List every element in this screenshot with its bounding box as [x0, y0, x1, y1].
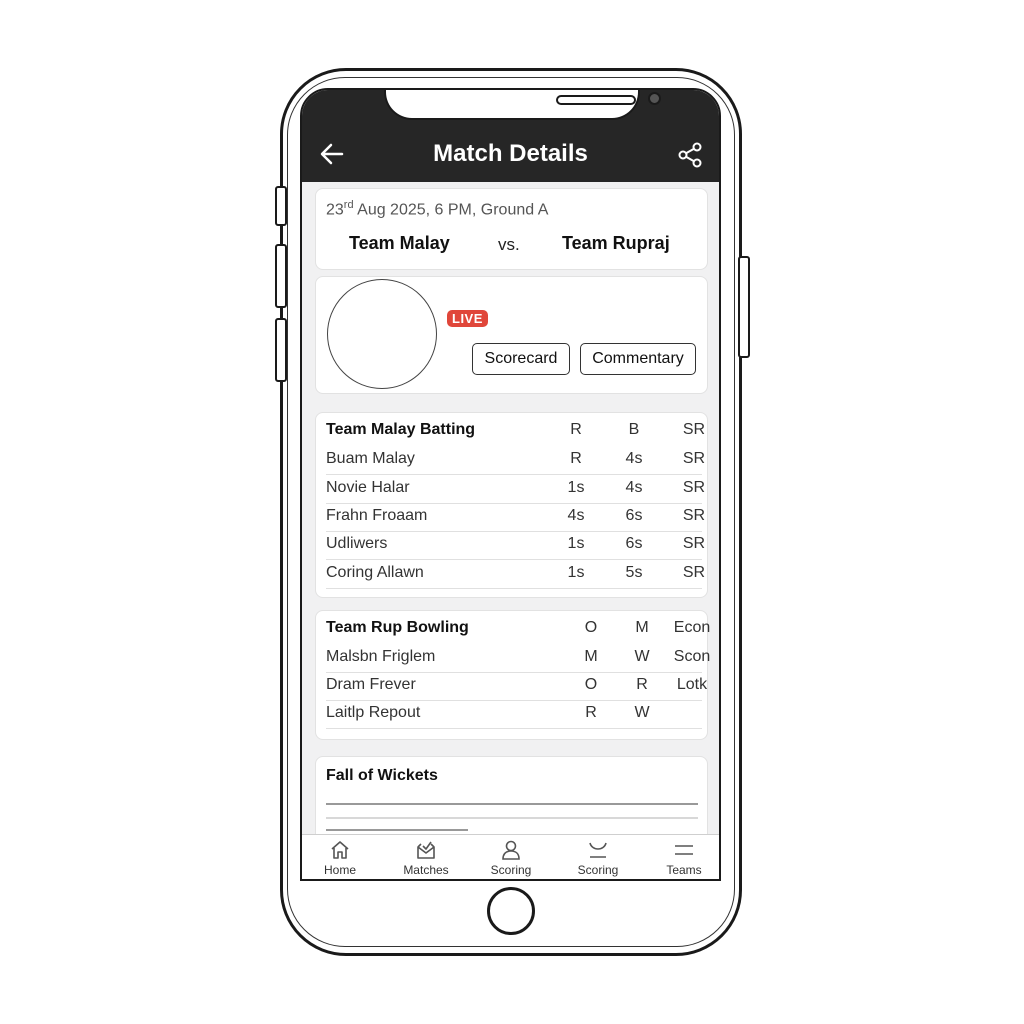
scorecard-button[interactable]: Scorecard	[472, 343, 570, 375]
table-cell: W	[634, 648, 650, 665]
power-button	[738, 256, 750, 358]
divider	[326, 829, 468, 831]
commentary-button[interactable]: Commentary	[580, 343, 696, 375]
table-cell: 6s	[625, 507, 643, 524]
table-cell: 6s	[625, 535, 643, 552]
mute-switch	[275, 186, 287, 226]
team-b-name: Team Rupraj	[562, 233, 670, 253]
tab-label: Matches	[403, 863, 449, 877]
column-header: R	[570, 421, 582, 438]
table-row[interactable]: Udliwers 1s 6s SR	[326, 531, 705, 560]
column-header: M	[635, 619, 649, 636]
player-name: Udliwers	[326, 535, 388, 552]
table-cell: 5s	[625, 564, 643, 581]
tab-label: Teams	[666, 863, 702, 877]
table-cell: R	[585, 704, 597, 721]
table-row[interactable]: Novie Halar 1s 4s SR	[326, 475, 705, 504]
batting-table: Team Malay Batting R B SR Buam Malay R 4…	[315, 412, 708, 598]
player-name: Novie Halar	[326, 479, 410, 496]
tab-label: Home	[323, 863, 356, 877]
bowling-header-row: Team Rup Bowling O M Econ	[326, 615, 710, 643]
table-cell: W	[634, 704, 650, 721]
team-a-name: Team Malay	[349, 233, 450, 253]
phone-screen: Match Details 23rd Aug 2025, 6 PM, Groun…	[300, 88, 721, 881]
player-name: Buam Malay	[326, 450, 415, 467]
table-cell: SR	[682, 507, 706, 524]
table-cell: SR	[682, 450, 706, 467]
app-header: Match Details	[302, 90, 719, 182]
home-hardware-button[interactable]	[487, 887, 535, 935]
batting-title: Team Malay Batting	[326, 421, 476, 438]
bowling-table: Team Rup Bowling O M Econ Malsbn Friglem…	[315, 610, 710, 740]
match-info-card: 23rd Aug 2025, 6 PM, Ground A Team Malay…	[315, 188, 708, 270]
table-cell: R	[636, 676, 648, 693]
table-cell: 1s	[567, 564, 585, 581]
table-row[interactable]: Frahn Froaam 4s 6s SR	[326, 503, 705, 532]
fall-of-wickets-title: Fall of Wickets	[326, 767, 438, 784]
player-name: Dram Frever	[326, 676, 416, 693]
menu-icon	[675, 845, 693, 855]
live-match-card: LIVE Scorecard Commentary	[315, 276, 708, 394]
column-header: Econ	[673, 619, 711, 636]
share-button[interactable]	[677, 142, 703, 168]
home-icon	[331, 841, 349, 859]
notch	[384, 90, 661, 120]
page-title: Match Details	[433, 140, 588, 167]
table-cell: SR	[682, 479, 706, 496]
column-header: SR	[682, 421, 706, 438]
table-row[interactable]: Dram Frever O R Lotk	[326, 672, 707, 701]
table-row[interactable]: Coring Allawn 1s 5s SR	[326, 560, 705, 589]
table-cell: SR	[682, 564, 706, 581]
bottom-tab-bar: Home Matches Scoring Scoring Teams	[302, 834, 719, 879]
volume-up-button	[275, 244, 287, 308]
tab-scoring[interactable]: Scoring	[476, 839, 546, 877]
column-header: B	[628, 421, 640, 438]
match-datetime: 23rd Aug 2025, 6 PM, Ground A	[326, 199, 549, 219]
player-name: Malsbn Friglem	[326, 648, 436, 665]
versus-label: vs.	[498, 235, 520, 254]
divider	[326, 817, 698, 819]
tab-matches[interactable]: Matches	[391, 839, 461, 877]
table-cell: 4s	[625, 450, 643, 467]
table-cell: 1s	[567, 479, 585, 496]
table-row[interactable]: Laitlp Repout R W	[326, 700, 702, 729]
front-camera	[648, 92, 661, 105]
player-name: Laitlp Repout	[326, 704, 421, 721]
matches-icon	[417, 841, 435, 859]
tab-label: Scoring	[577, 863, 619, 877]
table-cell: 1s	[567, 535, 585, 552]
divider	[326, 803, 698, 805]
table-row[interactable]: Buam Malay R 4s SR	[326, 446, 705, 475]
table-cell: SR	[682, 535, 706, 552]
table-cell: O	[584, 676, 598, 693]
bowling-title: Team Rup Bowling	[326, 619, 469, 636]
tab-home[interactable]: Home	[305, 839, 375, 877]
match-avatar-placeholder	[327, 279, 437, 389]
share-icon	[678, 142, 702, 168]
column-header: O	[584, 619, 598, 636]
speaker-grille	[556, 95, 636, 105]
tab-scoring-alt[interactable]: Scoring	[563, 839, 633, 877]
table-cell: Lotk	[676, 676, 708, 693]
live-badge: LIVE	[447, 310, 488, 327]
cup-icon	[589, 842, 607, 858]
table-cell: R	[570, 450, 582, 467]
table-cell: Scon	[673, 648, 711, 665]
tab-teams[interactable]: Teams	[649, 839, 719, 877]
table-cell: 4s	[567, 507, 585, 524]
user-icon	[502, 840, 520, 860]
tab-label: Scoring	[490, 863, 532, 877]
table-cell: 4s	[625, 479, 643, 496]
player-name: Coring Allawn	[326, 564, 424, 581]
table-cell: M	[584, 648, 598, 665]
player-name: Frahn Froaam	[326, 507, 428, 524]
table-row[interactable]: Malsbn Friglem M W Scon	[326, 644, 710, 673]
batting-header-row: Team Malay Batting R B SR	[326, 417, 705, 445]
volume-down-button	[275, 318, 287, 382]
